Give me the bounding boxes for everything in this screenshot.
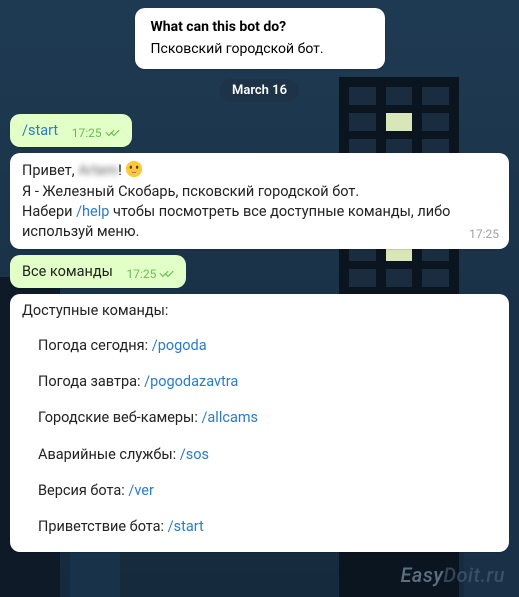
text: Я - Железный Скобарь, псковский городско… bbox=[22, 183, 359, 200]
text: ! bbox=[118, 162, 125, 179]
item-label: Городские веб-камеры: bbox=[38, 409, 201, 426]
message-incoming: Привет, Artem! Я - Железный Скобарь, пск… bbox=[10, 153, 509, 249]
bot-info-card: What can this bot do? Псковский городско… bbox=[135, 8, 385, 69]
list-item: Приветствие бота: /start bbox=[22, 509, 499, 545]
message-incoming: Доступные команды: Погода сегодня: /pogo… bbox=[10, 294, 509, 551]
message-bubble[interactable]: Доступные команды: Погода сегодня: /pogo… bbox=[10, 294, 509, 551]
command-link[interactable]: /pogoda bbox=[152, 337, 207, 354]
command-link[interactable]: /help bbox=[76, 203, 109, 220]
command-link[interactable]: /allcams bbox=[201, 409, 258, 426]
chat-area[interactable]: What can this bot do? Псковский городско… bbox=[0, 0, 519, 597]
text: Все команды bbox=[22, 263, 113, 280]
item-label: Аварийные службы: bbox=[38, 446, 180, 463]
bot-info-title: What can this bot do? bbox=[151, 18, 369, 38]
message-time: 17:25 bbox=[72, 125, 102, 142]
message-bubble[interactable]: Привет, Artem! Я - Железный Скобарь, пск… bbox=[10, 153, 509, 249]
command-link[interactable]: /ver bbox=[128, 482, 154, 499]
text: Набери bbox=[22, 203, 76, 220]
message-bubble[interactable]: /start 17:25 bbox=[10, 114, 132, 147]
command-link[interactable]: /start bbox=[168, 518, 204, 535]
item-label: Версия бота: bbox=[38, 482, 128, 499]
message-bubble[interactable]: Все команды 17:25 bbox=[10, 255, 186, 288]
item-label: Погода сегодня: bbox=[38, 337, 152, 354]
item-label: Приветствие бота: bbox=[38, 518, 168, 535]
read-ticks-icon bbox=[106, 128, 122, 138]
commands-header: Доступные команды: bbox=[22, 301, 499, 321]
command-link[interactable]: /sos bbox=[180, 446, 209, 463]
command-link[interactable]: /start bbox=[22, 122, 58, 139]
list-item: Погода сегодня: /pogoda bbox=[22, 328, 499, 364]
item-label: Погода завтра: bbox=[38, 373, 144, 390]
grinning-emoji-icon bbox=[125, 160, 143, 178]
read-ticks-icon bbox=[160, 269, 176, 279]
commands-list: Погода сегодня: /pogoda Погода завтра: /… bbox=[22, 328, 499, 546]
list-item: Погода завтра: /pogodazavtra bbox=[22, 364, 499, 400]
date-separator: March 16 bbox=[220, 79, 299, 102]
message-time: 17:25 bbox=[127, 266, 157, 283]
list-item: Аварийные службы: /sos bbox=[22, 437, 499, 473]
text: Привет, bbox=[22, 162, 78, 179]
bot-info-desc: Псковский городской бот. bbox=[151, 40, 369, 60]
username-blurred: Artem bbox=[78, 162, 118, 179]
message-outgoing: Все команды 17:25 bbox=[10, 255, 509, 288]
list-item: Городские веб-камеры: /allcams bbox=[22, 400, 499, 436]
command-link[interactable]: /pogodazavtra bbox=[144, 373, 238, 390]
message-outgoing: /start 17:25 bbox=[10, 114, 509, 147]
message-time: 17:25 bbox=[469, 226, 499, 243]
list-item: Версия бота: /ver bbox=[22, 473, 499, 509]
